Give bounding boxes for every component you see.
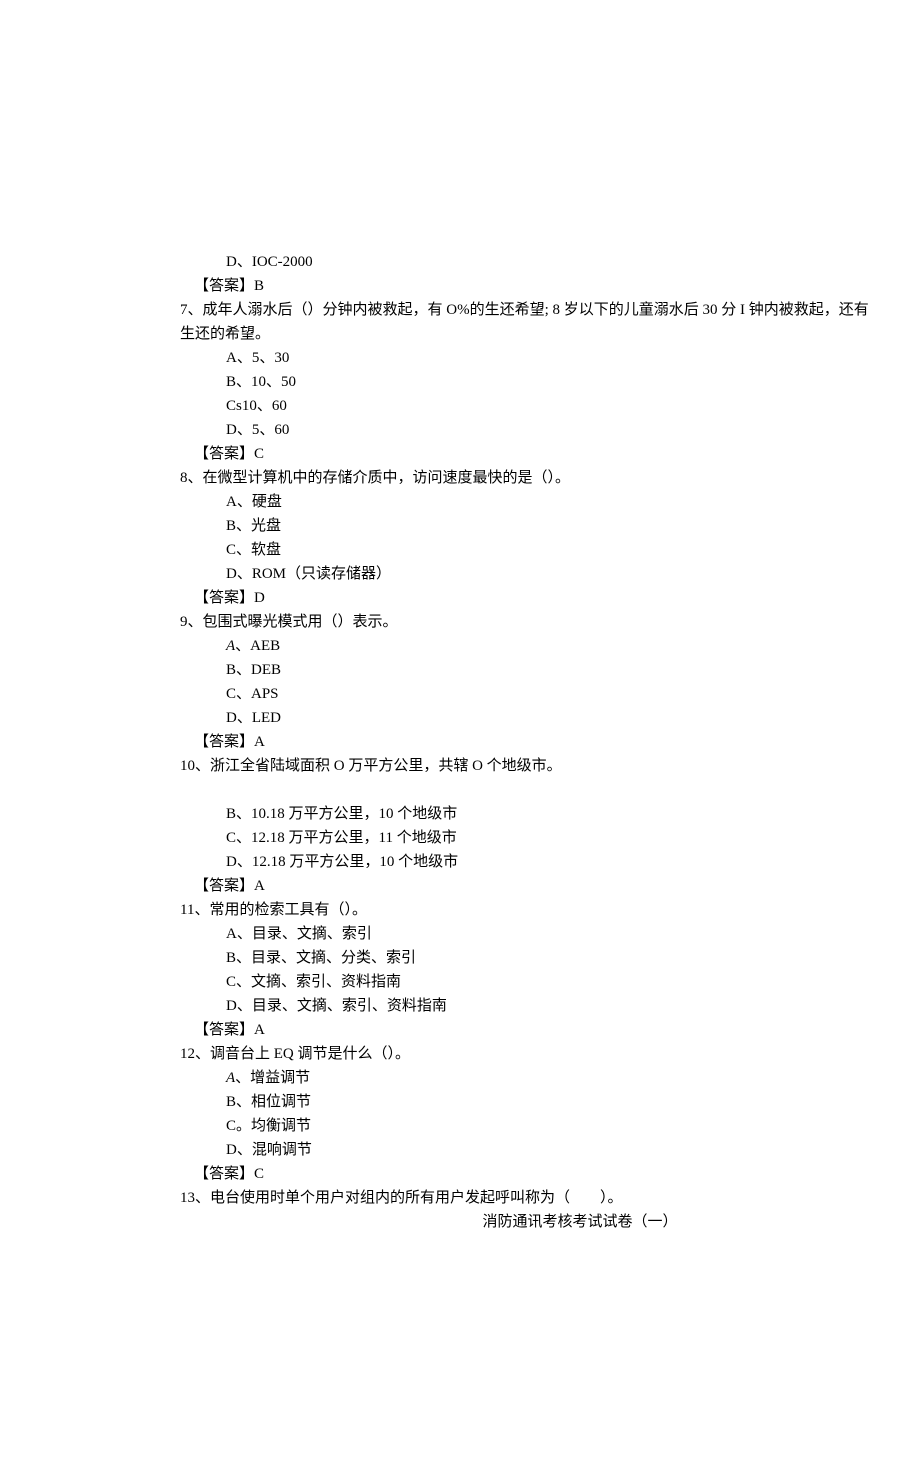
q10-answer: 【答案】A <box>180 874 880 898</box>
q10-answer-label: 【答案】 <box>194 878 254 894</box>
q11-option-a: A、目录、文摘、索引 <box>180 922 880 946</box>
q12-text: 12、调音台上 EQ 调节是什么（）。 <box>180 1042 880 1066</box>
q11-option-d: D、目录、文摘、索引、资料指南 <box>180 994 880 1018</box>
q9-answer: 【答案】A <box>180 730 880 754</box>
q11-option-b: B、目录、文摘、分类、索引 <box>180 946 880 970</box>
q12-option-a: A、增益调节 <box>180 1066 880 1090</box>
q9-option-a-suffix: 、AEB <box>235 638 280 654</box>
q7-option-a: A、5、30 <box>180 346 880 370</box>
q12-answer-label: 【答案】 <box>194 1166 254 1182</box>
q8-answer-label: 【答案】 <box>194 590 254 606</box>
q13-text: 13、电台使用时单个用户对组内的所有用户发起呼叫称为（ ）。 <box>180 1186 880 1210</box>
q11-answer: 【答案】A <box>180 1018 880 1042</box>
q10-option-a-wrapper: . A、10.18 万平方公里，11 个地级市 <box>180 778 880 802</box>
q7-answer-label: 【答案】 <box>194 446 254 462</box>
q8-option-b: B、光盘 <box>180 514 880 538</box>
q8-option-c: C、软盘 <box>180 538 880 562</box>
q12-option-a-prefix: A <box>226 1070 235 1086</box>
q12-option-c: C。均衡调节 <box>180 1114 880 1138</box>
q7-option-c: Cs10、60 <box>180 394 880 418</box>
q11-option-c: C、文摘、索引、资料指南 <box>180 970 880 994</box>
q9-answer-value: A <box>254 734 265 750</box>
q12-option-d: D、混响调节 <box>180 1138 880 1162</box>
q10-option-c: C、12.18 万平方公里，11 个地级市 <box>180 826 880 850</box>
q9-option-a-prefix: A <box>226 638 235 654</box>
q10-option-b: B、10.18 万平方公里，10 个地级市 <box>180 802 880 826</box>
q10-answer-value: A <box>254 878 265 894</box>
q11-text: 11、常用的检索工具有（）。 <box>180 898 880 922</box>
q12-answer-value: C <box>254 1166 264 1182</box>
q9-option-a: A、AEB <box>180 634 880 658</box>
q11-answer-label: 【答案】 <box>194 1022 254 1038</box>
q7-answer: 【答案】C <box>180 442 880 466</box>
q12-option-b: B、相位调节 <box>180 1090 880 1114</box>
q10-option-d: D、12.18 万平方公里，10 个地级市 <box>180 850 880 874</box>
page-footer: 消防通讯考核考试试卷（一） <box>180 1210 880 1234</box>
q8-option-d: D、ROM（只读存储器） <box>180 562 880 586</box>
q7-text: 7、成年人溺水后（）分钟内被救起，有 O%的生还希望; 8 岁以下的儿童溺水后 … <box>180 298 880 346</box>
q6-answer: 【答案】B <box>180 274 880 298</box>
q9-answer-label: 【答案】 <box>194 734 254 750</box>
q6-answer-label: 【答案】 <box>194 278 254 294</box>
q11-answer-value: A <box>254 1022 265 1038</box>
q12-answer: 【答案】C <box>180 1162 880 1186</box>
q8-text: 8、在微型计算机中的存储介质中，访问速度最快的是（）。 <box>180 466 880 490</box>
q9-option-b: B、DEB <box>180 658 880 682</box>
q6-option-d: D、IOC-2000 <box>180 250 880 274</box>
q12-option-a-suffix: 、增益调节 <box>235 1070 310 1086</box>
q8-option-a: A、硬盘 <box>180 490 880 514</box>
q10-option-a-overlay: . <box>226 772 466 786</box>
q9-option-d: D、LED <box>180 706 880 730</box>
q9-option-c: C、APS <box>180 682 880 706</box>
q7-option-d: D、5、60 <box>180 418 880 442</box>
q7-answer-value: C <box>254 446 264 462</box>
q6-answer-value: B <box>254 278 264 294</box>
q8-answer-value: D <box>254 590 265 606</box>
q8-answer: 【答案】D <box>180 586 880 610</box>
q9-text: 9、包围式曝光模式用（）表示。 <box>180 610 880 634</box>
q7-option-b: B、10、50 <box>180 370 880 394</box>
